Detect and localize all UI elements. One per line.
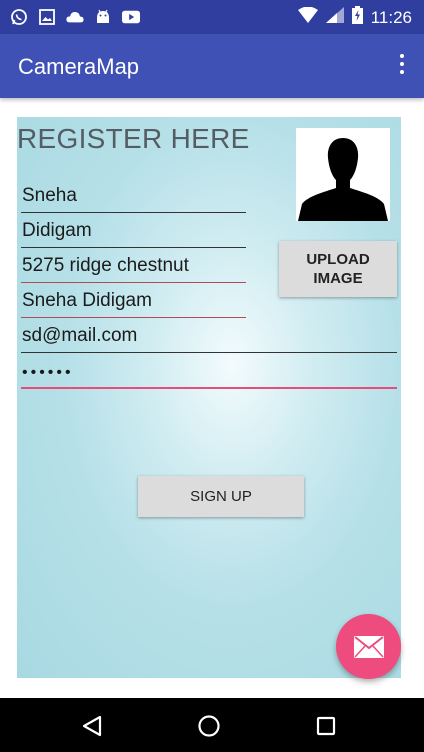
first-name-value: Sneha — [22, 185, 77, 206]
sign-up-button[interactable]: SIGN UP — [138, 476, 304, 517]
signal-icon — [325, 7, 344, 28]
register-form: REGISTER HERE Sneha Didigam 5275 ridge c… — [17, 117, 401, 678]
upload-image-button[interactable]: UPLOAD IMAGE — [279, 241, 397, 297]
battery-icon — [351, 6, 363, 29]
address-value: 5275 ridge chestnut — [22, 255, 189, 276]
person-silhouette-icon — [298, 138, 388, 221]
whatsapp-icon — [10, 8, 28, 26]
password-field[interactable]: •••••• — [21, 354, 397, 389]
wifi-icon — [297, 6, 318, 28]
password-value: •••••• — [22, 364, 74, 381]
app-title: CameraMap — [18, 54, 140, 79]
username-value: Sneha Didigam — [22, 290, 152, 311]
status-time: 11:26 — [370, 7, 412, 27]
upload-button-label-line1: UPLOAD — [306, 251, 370, 268]
page-title: REGISTER HERE — [17, 123, 250, 154]
email-value: sd@mail.com — [22, 325, 138, 346]
first-name-field[interactable]: Sneha — [21, 179, 246, 213]
profile-image[interactable] — [296, 128, 390, 221]
more-vert-icon[interactable] — [398, 54, 406, 78]
mail-fab-button[interactable] — [336, 614, 401, 679]
username-field[interactable]: Sneha Didigam — [21, 284, 246, 318]
image-icon — [38, 8, 56, 26]
youtube-icon — [122, 8, 140, 26]
upload-button-label-line2: IMAGE — [313, 270, 363, 287]
address-field[interactable]: 5275 ridge chestnut — [21, 249, 246, 283]
home-icon[interactable] — [195, 712, 223, 740]
last-name-value: Didigam — [22, 220, 92, 241]
email-field[interactable]: sd@mail.com — [21, 319, 397, 353]
app-bar: CameraMap — [0, 34, 424, 98]
recents-icon[interactable] — [312, 712, 340, 740]
cloud-icon — [66, 8, 84, 26]
navigation-bar — [0, 698, 424, 752]
last-name-field[interactable]: Didigam — [21, 214, 246, 248]
back-icon[interactable] — [78, 712, 106, 740]
android-icon — [94, 8, 112, 26]
mail-icon — [353, 635, 384, 658]
status-bar: 11:26 — [0, 0, 424, 34]
